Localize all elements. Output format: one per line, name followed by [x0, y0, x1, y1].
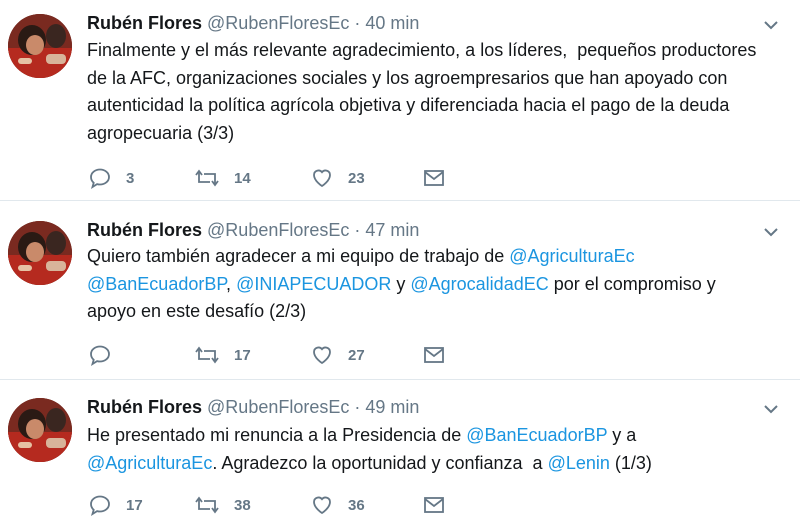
tweet-text-segment: Quiero también agradecer a mi equipo de …	[87, 246, 510, 266]
heart-icon	[313, 169, 331, 188]
like-count: 23	[348, 169, 365, 187]
tweet-time[interactable]: 49 min	[365, 397, 419, 417]
author-handle[interactable]: @RubenFloresEc	[207, 220, 349, 240]
tweet-text: He presentado mi renuncia a la Presidenc…	[87, 422, 767, 477]
tweet-actions: 3 14 23	[88, 166, 508, 190]
author-name[interactable]: Rubén Flores	[87, 220, 202, 240]
reply-button[interactable]: 3	[88, 166, 134, 190]
tweet-text-segment: He presentado mi renuncia a la Presidenc…	[87, 425, 467, 445]
tweet-header: Rubén Flores @RubenFloresEc · 40 min	[87, 12, 419, 34]
avatar[interactable]	[8, 14, 72, 78]
tweet-text-segment: ,	[226, 273, 237, 294]
chevron-down-icon[interactable]	[762, 16, 780, 34]
chevron-down-icon[interactable]	[762, 400, 780, 418]
mention-link[interactable]: @AgriculturaEc	[87, 453, 212, 473]
reply-icon	[90, 345, 110, 367]
tweet-actions: 17 38 36	[88, 493, 508, 517]
separator: ·	[354, 220, 361, 240]
chevron-down-icon[interactable]	[762, 223, 780, 241]
envelope-icon	[424, 170, 444, 186]
tweet-text: Finalmente y el más relevante agradecimi…	[87, 37, 767, 147]
mention-link[interactable]: @INIAPECUADOR	[236, 274, 391, 294]
retweet-icon	[195, 496, 219, 514]
avatar[interactable]	[8, 221, 72, 285]
tweet-actions: 17 27	[88, 343, 508, 367]
author-handle[interactable]: @RubenFloresEc	[207, 397, 349, 417]
mention-link[interactable]: @AgriculturaEc	[509, 246, 634, 266]
like-count: 27	[348, 346, 365, 364]
envelope-icon	[424, 497, 444, 513]
tweet-text-segment: y a	[607, 425, 642, 445]
tweet[interactable]: Rubén Flores @RubenFloresEc · 47 min Qui…	[0, 201, 800, 380]
direct-message-button[interactable]	[422, 343, 446, 367]
separator: ·	[354, 13, 361, 33]
mention-link[interactable]: @BanEcuadorBP	[87, 274, 226, 294]
reply-icon	[90, 495, 110, 517]
retweet-button[interactable]: 38	[194, 493, 251, 517]
author-handle[interactable]: @RubenFloresEc	[207, 13, 349, 33]
mention-link[interactable]: @Lenin	[548, 453, 610, 473]
tweet-text-segment: (1/3)	[609, 452, 652, 473]
retweet-count: 38	[234, 496, 251, 514]
tweet-text-segment: y	[391, 273, 411, 294]
avatar[interactable]	[8, 398, 72, 462]
retweet-button[interactable]: 14	[194, 166, 251, 190]
user-avatar-photo-icon	[8, 14, 72, 78]
envelope-icon	[424, 347, 444, 363]
retweet-count: 14	[234, 169, 251, 187]
like-button[interactable]: 36	[310, 493, 365, 517]
tweet-time[interactable]: 47 min	[365, 220, 419, 240]
reply-count: 3	[126, 169, 135, 187]
retweet-button[interactable]: 17	[194, 343, 251, 367]
tweet-text: Quiero también agradecer a mi equipo de …	[87, 243, 767, 326]
tweet-text-segment	[635, 246, 640, 266]
reply-count: 17	[126, 496, 143, 514]
reply-icon	[90, 168, 110, 190]
retweet-icon	[195, 346, 219, 364]
tweet[interactable]: Rubén Flores @RubenFloresEc · 49 min He …	[0, 380, 800, 531]
mention-link[interactable]: @BanEcuadorBP	[466, 425, 607, 445]
tweet-header: Rubén Flores @RubenFloresEc · 47 min	[87, 219, 419, 241]
user-avatar-photo-icon	[8, 398, 72, 462]
like-button[interactable]: 23	[310, 166, 365, 190]
tweet-text-segment: Finalmente y el más relevante agradecimi…	[87, 40, 762, 143]
reply-button[interactable]: 17	[88, 493, 143, 517]
mention-link[interactable]: @AgrocalidadEC	[410, 274, 548, 294]
tweet-time[interactable]: 40 min	[365, 13, 419, 33]
tweet[interactable]: Rubén Flores @RubenFloresEc · 40 min Fin…	[0, 0, 800, 201]
heart-icon	[313, 346, 331, 365]
author-name[interactable]: Rubén Flores	[87, 397, 202, 417]
direct-message-button[interactable]	[422, 493, 446, 517]
like-button[interactable]: 27	[310, 343, 365, 367]
retweet-count: 17	[234, 346, 251, 364]
heart-icon	[313, 496, 331, 515]
user-avatar-photo-icon	[8, 221, 72, 285]
retweet-icon	[195, 169, 219, 187]
reply-button[interactable]	[88, 343, 126, 367]
separator: ·	[354, 397, 361, 417]
tweet-text-segment: . Agradezco la oportunidad y confianza a	[212, 452, 548, 473]
author-name[interactable]: Rubén Flores	[87, 13, 202, 33]
like-count: 36	[348, 496, 365, 514]
direct-message-button[interactable]	[422, 166, 446, 190]
tweet-header: Rubén Flores @RubenFloresEc · 49 min	[87, 396, 419, 418]
